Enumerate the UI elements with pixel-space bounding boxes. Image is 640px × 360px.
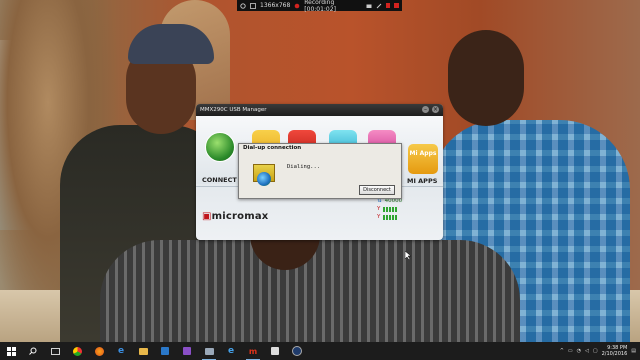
search-icon (29, 347, 37, 355)
clock-date: 2/10/2016 (601, 351, 628, 357)
dialup-dialog: Dial-up connection Dialing... Disconnect (238, 143, 402, 199)
capture-region-icon[interactable] (250, 2, 256, 9)
close-button[interactable]: × (432, 106, 439, 113)
recorder-settings-icon[interactable] (240, 2, 246, 9)
show-hidden-icons-icon[interactable]: ^ (560, 348, 564, 354)
taskbar-app-firefox[interactable] (88, 342, 110, 360)
antenna-icon: Y (377, 214, 381, 220)
dialing-status: Dialing... (287, 164, 321, 170)
globe-connect-icon (205, 132, 235, 162)
taskbar-app-chrome[interactable] (66, 342, 88, 360)
stats-row-signal-1: Y (377, 206, 402, 212)
taskbar-app-visual-studio[interactable] (176, 342, 198, 360)
volume-icon[interactable]: ◁ (585, 348, 589, 354)
taskbar-app-display[interactable] (198, 342, 220, 360)
minimize-button[interactable]: – (422, 106, 429, 113)
taskbar-app-edge[interactable]: e (110, 342, 132, 360)
micromax-taskbar-icon: m (248, 346, 258, 356)
task-view-button[interactable] (44, 342, 66, 360)
person-right-head (448, 30, 524, 126)
dialup-dialog-body: Dialing... Disconnect (239, 153, 401, 198)
micromax-logo-text: micromax (211, 211, 269, 222)
disconnect-button[interactable]: Disconnect (359, 185, 395, 195)
usb-manager-title: MMX290C USB Manager (200, 107, 267, 113)
recording-resolution: 1366x768 (260, 2, 291, 9)
connection-stats: ⇅ 40000 Y Y (377, 198, 402, 222)
windows-logo-icon (6, 346, 16, 356)
battery-icon[interactable]: ▭ (568, 348, 573, 354)
firefox-icon (94, 346, 104, 356)
recorder-icon (292, 346, 302, 356)
signal-bars-icon (383, 206, 398, 212)
clock[interactable]: 9:38 PM 2/10/2016 (602, 345, 628, 357)
recording-toolbar: 1366x768 Recording [00:01:02] (237, 0, 402, 13)
calculator-icon (271, 347, 279, 355)
record-dot-icon (294, 3, 300, 9)
taskbar-app-calculator[interactable] (264, 342, 286, 360)
dialup-dialog-title[interactable]: Dial-up connection (239, 144, 401, 153)
antenna-icon: Y (377, 206, 381, 212)
camera-icon[interactable] (366, 3, 372, 9)
taskbar-app-explorer[interactable] (132, 342, 154, 360)
visual-studio-icon (183, 347, 191, 355)
notifications-icon[interactable]: ▤ (631, 348, 636, 354)
edge-icon: e (117, 346, 125, 356)
start-button[interactable] (0, 342, 22, 360)
taskbar-app-ie[interactable]: e (220, 342, 242, 360)
taskbar-app-micromax[interactable]: m (242, 342, 264, 360)
taskbar-search-button[interactable] (22, 342, 44, 360)
stats-row-signal-2: Y (377, 214, 402, 220)
recording-status: Recording [00:01:02] (304, 0, 336, 13)
dialup-connection-icon (251, 164, 275, 188)
taskbar-app-recorder[interactable] (286, 342, 308, 360)
pen-icon[interactable] (376, 3, 382, 9)
micromax-logo: ▣micromax (202, 211, 268, 222)
monitor-icon (204, 347, 214, 355)
folder-icon (138, 347, 148, 355)
store-icon (161, 347, 169, 355)
internet-explorer-icon: e (227, 346, 235, 356)
micromax-logo-mark: ▣ (202, 211, 212, 222)
system-tray: ^ ▭ ◔ ◁ ▢ 9:38 PM 2/10/2016 ▤ (560, 342, 640, 360)
mouse-cursor-icon (404, 245, 412, 264)
signal-bars-icon (383, 214, 398, 220)
stop-recording-button[interactable] (394, 3, 399, 8)
mi-apps-tab-label[interactable]: MI APPS (407, 177, 437, 185)
mi-apps-tile-label: Mi Apps (409, 150, 437, 157)
taskbar-app-store[interactable] (154, 342, 176, 360)
taskbar: e e m ^ ▭ ◔ ◁ ▢ 9:38 PM 2/10/2016 ▤ (0, 342, 640, 360)
person-left-cap (128, 24, 214, 64)
network-icon[interactable]: ◔ (577, 348, 581, 354)
task-view-icon (50, 347, 60, 355)
chrome-icon (72, 346, 82, 356)
connect-tab-label[interactable]: CONNECT (202, 176, 237, 184)
mi-apps-tile[interactable]: Mi Apps (408, 144, 438, 174)
language-icon[interactable]: ▢ (593, 348, 598, 354)
usb-manager-titlebar[interactable]: MMX290C USB Manager – × (196, 104, 443, 116)
pause-recording-button[interactable] (385, 3, 391, 8)
